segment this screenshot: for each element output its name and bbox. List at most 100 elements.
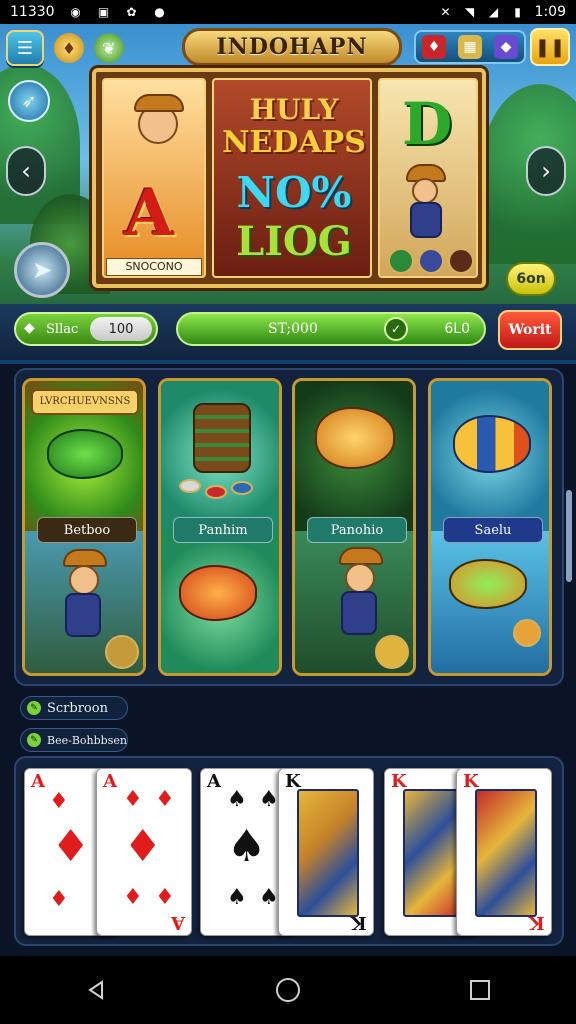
game-screen: 11330 ◉ ▣ ✿ ● ✕ ◥ ◢ ▮ 1:09 ☰ ♦ ❦ INDOHAP… [0, 0, 576, 1024]
diamond-pip: ♦ [155, 787, 175, 812]
previous-arrow-button[interactable]: ‹ [6, 146, 46, 196]
diamond-center-pip: ♦ [51, 821, 91, 872]
next-arrow-button[interactable]: › [526, 146, 566, 196]
recents-button[interactable] [460, 970, 500, 1010]
gold-coin [105, 635, 139, 669]
fish-icon: ➶ [21, 90, 37, 112]
green-gem-button[interactable]: ❦ [94, 33, 124, 63]
media-icon: ● [154, 5, 165, 19]
spade-pip: ♠ [227, 787, 247, 812]
bonus-button[interactable]: ➶ [8, 80, 50, 122]
green-orange-fish [449, 559, 527, 609]
tile-4-label: Saelu [443, 517, 543, 543]
brown-chip [448, 248, 474, 274]
tile-4-art-top [431, 381, 549, 531]
fisher-face [345, 563, 375, 593]
diamond-pip: ♦ [49, 887, 69, 912]
menu-icon: ☰ [16, 37, 34, 59]
settings-icon: ✿ [126, 5, 137, 19]
collect-icon[interactable]: ✓ [384, 317, 408, 341]
more-button[interactable]: Worit [498, 310, 562, 350]
fisher-face [412, 178, 438, 204]
banner-line-1: HULY [249, 93, 339, 126]
card-rank: A [103, 771, 117, 792]
tile-2-label: Panhim [173, 517, 273, 543]
king-face-art [475, 789, 537, 917]
banner-line-3: NO% [236, 168, 352, 217]
tile-3-art-bottom [295, 531, 413, 673]
slot-reel[interactable]: A SNOCONO HULY NEDAPS NO% LIOG D [92, 68, 486, 288]
pause-button[interactable]: ❚❚ [530, 28, 570, 66]
leaf-icon: ✎ [27, 701, 41, 715]
lure [513, 619, 541, 647]
game-tile-1[interactable]: LVRCHUEVNSNS Betboo [22, 378, 146, 676]
tag-2[interactable]: ✎ Bee-Bohbbsen [20, 728, 128, 752]
icon-strip: ♦ ▦ ◆ [414, 30, 526, 64]
letter-a-symbol: A [124, 176, 174, 251]
win-amount: ST;000 [268, 321, 318, 337]
tiles-scrollbar[interactable] [566, 490, 572, 582]
tag-1[interactable]: ✎ Scrbroon [20, 696, 128, 720]
diamond-center-pip: ♦ [123, 821, 163, 872]
character-hat [134, 94, 184, 112]
chip-stack-1 [179, 479, 201, 493]
gold-coin [375, 635, 409, 669]
fisher-face [69, 565, 99, 595]
tag-1-label: Scrbroon [47, 700, 108, 716]
crystal-icon[interactable]: ◆ [494, 35, 518, 59]
tile-2-art-bottom [161, 531, 279, 673]
reel-column-left: A SNOCONO [102, 78, 206, 278]
chevron-right-icon: › [541, 157, 551, 185]
map-icon[interactable]: ▦ [458, 35, 482, 59]
spade-pip: ♠ [259, 885, 279, 910]
playing-card-6[interactable]: K K [456, 768, 552, 936]
mute-icon: ✕ [440, 5, 451, 19]
gold-gem-button[interactable]: ♦ [54, 33, 84, 63]
card-rank-bottom: A [171, 912, 185, 933]
game-tile-2[interactable]: Panhim [158, 378, 282, 676]
fisher-body [341, 591, 377, 635]
home-circle-icon [276, 978, 300, 1002]
game-tile-3[interactable]: Panohio [292, 378, 416, 676]
reel-column-center: HULY NEDAPS NO% LIOG [212, 78, 372, 278]
playing-card-2[interactable]: A ♦ ♦ ♦ ♦ ♦ A [96, 768, 192, 936]
fisher-body [410, 202, 442, 238]
game-tile-4[interactable]: Saelu [428, 378, 552, 676]
spin-button[interactable]: 6on [506, 262, 556, 296]
chevron-left-icon: ‹ [21, 157, 31, 185]
pause-icon: ❚❚ [534, 36, 566, 58]
letter-d-symbol: D [402, 90, 453, 158]
recents-square-icon [470, 980, 490, 1000]
card-rank: A [207, 771, 221, 792]
spade-center-pip: ♠ [227, 821, 267, 872]
screenshot-icon: ▣ [97, 5, 110, 19]
card-rank-bottom: K [529, 912, 545, 933]
balance-pill: ◆ Sllac 100 [14, 312, 158, 346]
striped-fish [453, 415, 531, 473]
status-time: 11330 [10, 4, 55, 20]
back-triangle-icon [88, 980, 103, 1000]
home-button[interactable] [268, 970, 308, 1010]
status-clock: 1:09 [534, 4, 566, 20]
golden-fish [315, 407, 395, 469]
diamond-pip: ♦ [123, 787, 143, 812]
tile-3-art-top [295, 381, 413, 531]
diamond-pip: ♦ [49, 789, 69, 814]
rocket-button[interactable]: ➤ [14, 242, 70, 298]
banner-line-4: LIOG [236, 218, 352, 265]
balance-value: 100 [90, 317, 152, 341]
fisher-body [65, 593, 101, 637]
game-title: INDOHAPN [182, 28, 402, 66]
green-chip [388, 248, 414, 274]
chip-stack-2 [205, 485, 227, 499]
card-rank-bottom: K [351, 912, 367, 933]
tile-1-art-bottom [25, 531, 143, 673]
ruby-icon[interactable]: ♦ [422, 35, 446, 59]
spade-pip: ♠ [259, 787, 279, 812]
back-button[interactable] [76, 970, 116, 1010]
menu-button[interactable]: ☰ [6, 30, 44, 66]
left-caption: SNOCONO [106, 258, 202, 276]
leaf-icon: ✎ [27, 733, 41, 747]
barrel [193, 403, 251, 473]
playing-card-4[interactable]: K K [278, 768, 374, 936]
